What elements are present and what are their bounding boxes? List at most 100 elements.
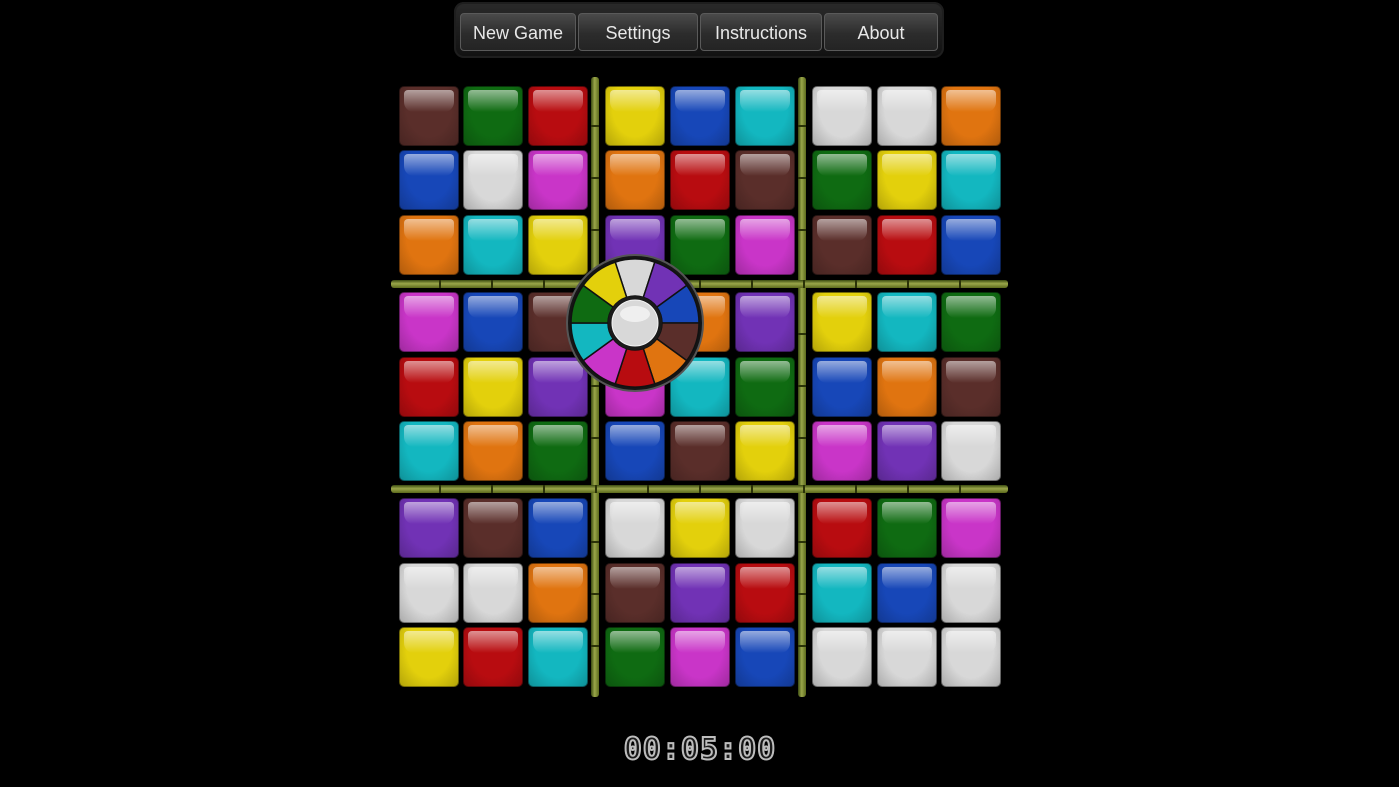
board-cell-white[interactable]: [941, 563, 1001, 623]
board-cell-green[interactable]: [941, 292, 1001, 352]
board-cell-white[interactable]: [877, 86, 937, 146]
bamboo-knot: [439, 485, 441, 493]
board-cell-magenta[interactable]: [735, 215, 795, 275]
board-cell-brown[interactable]: [670, 421, 730, 481]
board-cell-brown[interactable]: [812, 215, 872, 275]
board-cell-white[interactable]: [812, 627, 872, 687]
board-cell-orange[interactable]: [605, 150, 665, 210]
board-cell-blue[interactable]: [528, 498, 588, 558]
bamboo-knot: [591, 593, 599, 595]
bamboo-knot: [591, 229, 599, 231]
board-cell-white[interactable]: [941, 421, 1001, 481]
board-cell-yellow[interactable]: [735, 421, 795, 481]
board-cell-green[interactable]: [605, 627, 665, 687]
about-button[interactable]: About: [824, 13, 938, 51]
board-cell-magenta[interactable]: [670, 627, 730, 687]
bamboo-knot: [491, 485, 493, 493]
board-cell-brown[interactable]: [941, 357, 1001, 417]
bamboo-divider-vertical: [798, 77, 806, 697]
board-cell-green[interactable]: [463, 86, 523, 146]
board-cell-magenta[interactable]: [941, 498, 1001, 558]
board-cell-green[interactable]: [812, 150, 872, 210]
bamboo-knot: [907, 485, 909, 493]
board-cell-white[interactable]: [605, 498, 665, 558]
board-cell-cyan[interactable]: [735, 86, 795, 146]
board-cell-orange[interactable]: [399, 215, 459, 275]
board-cell-white[interactable]: [877, 627, 937, 687]
board-cell-yellow[interactable]: [670, 498, 730, 558]
board-cell-purple[interactable]: [735, 292, 795, 352]
board-cell-red[interactable]: [399, 357, 459, 417]
board-cell-green[interactable]: [528, 421, 588, 481]
settings-button[interactable]: Settings: [578, 13, 698, 51]
board-cell-magenta[interactable]: [528, 150, 588, 210]
board-cell-white[interactable]: [941, 627, 1001, 687]
board-cell-brown[interactable]: [463, 498, 523, 558]
board-cell-white[interactable]: [463, 150, 523, 210]
bamboo-knot: [798, 645, 806, 647]
board-cell-magenta[interactable]: [812, 421, 872, 481]
bamboo-knot: [803, 280, 805, 288]
board-cell-blue[interactable]: [399, 150, 459, 210]
board-cell-cyan[interactable]: [463, 215, 523, 275]
board-cell-yellow[interactable]: [463, 357, 523, 417]
board-cell-yellow[interactable]: [399, 627, 459, 687]
board-cell-blue[interactable]: [670, 86, 730, 146]
bamboo-knot: [543, 485, 545, 493]
board-cell-orange[interactable]: [877, 357, 937, 417]
board-cell-white[interactable]: [735, 498, 795, 558]
board-cell-red[interactable]: [735, 563, 795, 623]
board-cell-magenta[interactable]: [399, 292, 459, 352]
board-cell-green[interactable]: [735, 357, 795, 417]
bamboo-knot: [959, 485, 961, 493]
bamboo-knot: [803, 485, 805, 493]
board-cell-orange[interactable]: [528, 563, 588, 623]
board-cell-purple[interactable]: [670, 563, 730, 623]
board-cell-blue[interactable]: [941, 215, 1001, 275]
board-cell-yellow[interactable]: [877, 150, 937, 210]
board-cell-cyan[interactable]: [812, 563, 872, 623]
color-picker-wheel[interactable]: [566, 254, 704, 392]
board-cell-blue[interactable]: [812, 357, 872, 417]
board-cell-purple[interactable]: [877, 421, 937, 481]
board-cell-white[interactable]: [812, 86, 872, 146]
bamboo-knot: [798, 593, 806, 595]
board-cell-white[interactable]: [463, 563, 523, 623]
board-cell-white[interactable]: [399, 563, 459, 623]
board-cell-blue[interactable]: [735, 627, 795, 687]
board-cell-red[interactable]: [877, 215, 937, 275]
board-cell-red[interactable]: [812, 498, 872, 558]
board-cell-orange[interactable]: [941, 86, 1001, 146]
new-game-button[interactable]: New Game: [460, 13, 576, 51]
board-cell-brown[interactable]: [735, 150, 795, 210]
board-cell-cyan[interactable]: [941, 150, 1001, 210]
board-cell-red[interactable]: [463, 627, 523, 687]
bamboo-knot: [798, 385, 806, 387]
bamboo-knot: [591, 177, 599, 179]
board-cell-blue[interactable]: [877, 563, 937, 623]
bamboo-knot: [439, 280, 441, 288]
board-cell-orange[interactable]: [463, 421, 523, 481]
bamboo-knot: [798, 333, 806, 335]
board-cell-brown[interactable]: [605, 563, 665, 623]
bamboo-knot: [543, 280, 545, 288]
board-cell-green[interactable]: [877, 498, 937, 558]
board-cell-yellow[interactable]: [812, 292, 872, 352]
bamboo-knot: [798, 541, 806, 543]
wheel-center-gloss: [620, 306, 650, 322]
board-cell-blue[interactable]: [605, 421, 665, 481]
board-cell-yellow[interactable]: [605, 86, 665, 146]
bamboo-knot: [855, 280, 857, 288]
board-cell-cyan[interactable]: [528, 627, 588, 687]
board-cell-brown[interactable]: [399, 86, 459, 146]
instructions-button[interactable]: Instructions: [700, 13, 822, 51]
board-cell-cyan[interactable]: [399, 421, 459, 481]
board-cell-red[interactable]: [670, 150, 730, 210]
board-cell-purple[interactable]: [399, 498, 459, 558]
top-menu-bar: New Game Settings Instructions About: [454, 2, 944, 58]
bamboo-knot: [647, 485, 649, 493]
board-cell-red[interactable]: [528, 86, 588, 146]
board-cell-blue[interactable]: [463, 292, 523, 352]
game-timer: 00:05:00: [623, 731, 777, 768]
board-cell-cyan[interactable]: [877, 292, 937, 352]
